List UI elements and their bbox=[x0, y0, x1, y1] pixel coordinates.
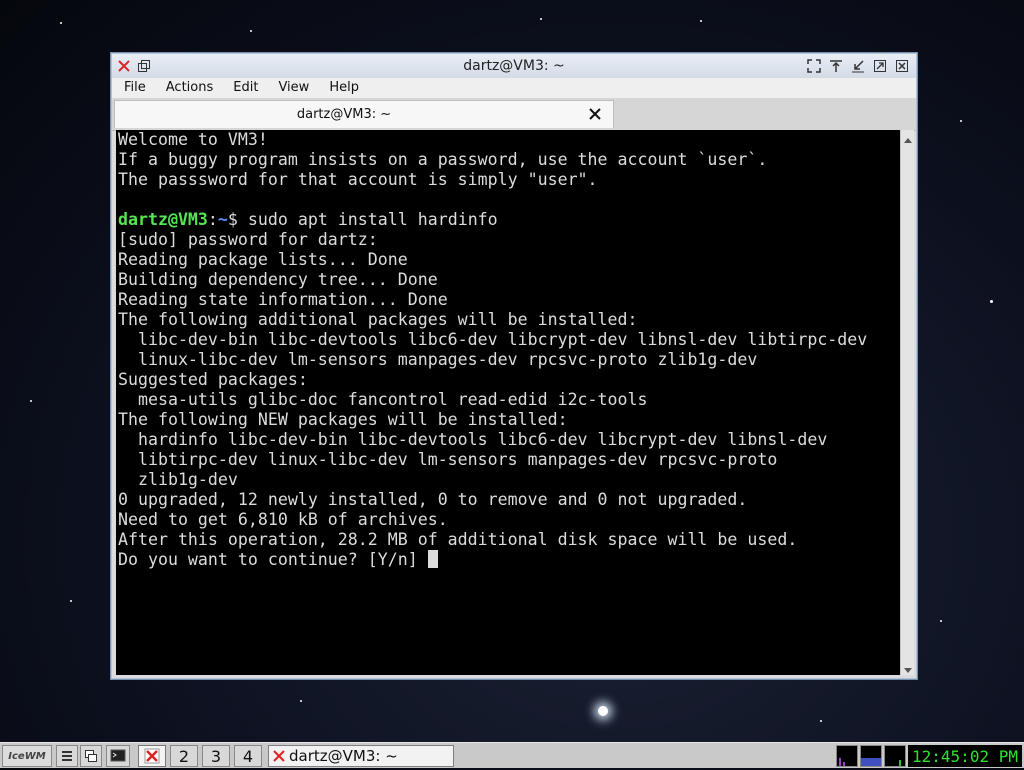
window-title: dartz@VM3: ~ bbox=[463, 58, 565, 74]
maximize-icon[interactable] bbox=[872, 58, 888, 74]
window-titlebar[interactable]: dartz@VM3: ~ bbox=[112, 54, 916, 79]
terminal-output[interactable]: Welcome to VM3! If a buggy program insis… bbox=[116, 130, 900, 675]
clock[interactable]: 12:45:02 PM bbox=[908, 745, 1022, 767]
continue-prompt: Do you want to continue? [Y/n] bbox=[118, 550, 428, 569]
scroll-up-arrow-icon[interactable] bbox=[902, 132, 914, 144]
terminal-task-icon bbox=[273, 750, 285, 762]
minimize-icon[interactable] bbox=[850, 58, 866, 74]
prompt-separator: : bbox=[207, 210, 218, 229]
memory-monitor[interactable] bbox=[884, 745, 906, 767]
cpu-monitor[interactable] bbox=[836, 745, 858, 767]
fullscreen-icon[interactable] bbox=[806, 58, 822, 74]
tab-bar: dartz@VM3: ~ bbox=[112, 98, 916, 131]
welcome-text: Welcome to VM3! If a buggy program insis… bbox=[118, 130, 768, 189]
menu-view[interactable]: View bbox=[266, 78, 317, 98]
scrollbar[interactable] bbox=[900, 130, 914, 675]
tab-label: dartz@VM3: ~ bbox=[296, 107, 392, 122]
scroll-down-arrow-icon[interactable] bbox=[902, 661, 914, 673]
terminal-launcher-icon[interactable] bbox=[106, 745, 130, 767]
command-text: $ sudo apt install hardinfo bbox=[227, 210, 498, 229]
start-menu-button[interactable]: IceWM bbox=[2, 745, 52, 767]
menu-file[interactable]: File bbox=[112, 78, 154, 98]
taskbar-task-terminal[interactable]: dartz@VM3: ~ bbox=[268, 745, 454, 767]
prompt-user: dartz@VM3 bbox=[118, 210, 208, 229]
network-monitor[interactable] bbox=[860, 745, 882, 767]
taskbar: IceWM 2 3 4 dartz@VM3: ~ 12:45:02 PM bbox=[0, 742, 1024, 768]
text-cursor bbox=[427, 550, 438, 568]
workspace-1[interactable] bbox=[138, 745, 166, 767]
show-desktop-button[interactable] bbox=[56, 745, 78, 767]
workspace-3[interactable]: 3 bbox=[202, 745, 230, 767]
terminal-window[interactable]: dartz@VM3: ~ File Actions Edit View Help bbox=[110, 52, 918, 680]
tab-terminal[interactable]: dartz@VM3: ~ bbox=[114, 100, 614, 128]
task-label: dartz@VM3: ~ bbox=[289, 747, 398, 765]
close-icon[interactable] bbox=[894, 58, 910, 74]
menu-bar: File Actions Edit View Help bbox=[112, 78, 916, 98]
tab-close-icon[interactable] bbox=[587, 106, 603, 122]
menu-edit[interactable]: Edit bbox=[221, 78, 266, 98]
menu-help[interactable]: Help bbox=[317, 78, 367, 98]
workspace-2[interactable]: 2 bbox=[170, 745, 198, 767]
window-list-icon[interactable] bbox=[80, 745, 102, 767]
command-output: [sudo] password for dartz: Reading packa… bbox=[118, 230, 868, 549]
rollup-icon[interactable] bbox=[828, 58, 844, 74]
menu-actions[interactable]: Actions bbox=[154, 78, 222, 98]
workspace-4[interactable]: 4 bbox=[234, 745, 262, 767]
terminal-text: Welcome to VM3! If a buggy program insis… bbox=[116, 130, 900, 570]
prompt-path: ~ bbox=[217, 210, 228, 229]
